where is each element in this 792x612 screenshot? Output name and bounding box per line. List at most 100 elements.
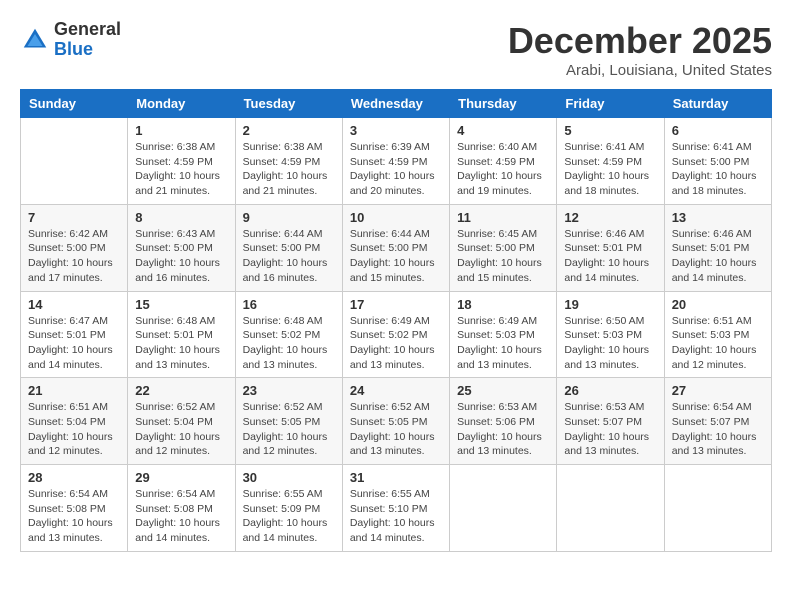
day-cell — [450, 465, 557, 552]
week-row-1: 1 Sunrise: 6:38 AM Sunset: 4:59 PM Daylig… — [21, 118, 772, 205]
logo-icon — [20, 25, 50, 55]
logo-text: General Blue — [54, 20, 121, 60]
day-number: 6 — [672, 123, 764, 138]
logo-general: General — [54, 20, 121, 40]
day-cell: 3Sunrise: 6:39 AM Sunset: 4:59 PM Daylig… — [342, 118, 449, 205]
day-number: 12 — [564, 210, 656, 225]
day-info: Sunrise: 6:44 AM Sunset: 5:00 PM Dayligh… — [243, 227, 335, 286]
day-cell: 30Sunrise: 6:55 AM Sunset: 5:09 PM Dayli… — [235, 465, 342, 552]
day-cell: 21 Sunrise: 6:51 AM Sunset: 5:04 PM Dayli… — [21, 378, 128, 465]
day-cell: 26Sunrise: 6:53 AM Sunset: 5:07 PM Dayli… — [557, 378, 664, 465]
calendar-header: SundayMondayTuesdayWednesdayThursdayFrid… — [21, 90, 772, 118]
day-cell — [557, 465, 664, 552]
header-cell-saturday: Saturday — [664, 90, 771, 118]
day-cell: 24Sunrise: 6:52 AM Sunset: 5:05 PM Dayli… — [342, 378, 449, 465]
day-info: Sunrise: 6:40 AM Sunset: 4:59 PM Dayligh… — [457, 140, 549, 199]
header-cell-friday: Friday — [557, 90, 664, 118]
day-number: 24 — [350, 383, 442, 398]
day-number: 8 — [135, 210, 227, 225]
day-cell: 2 Sunrise: 6:38 AM Sunset: 4:59 PM Daylig… — [235, 118, 342, 205]
day-number: 25 — [457, 383, 549, 398]
day-cell: 19 Sunrise: 6:50 AM Sunset: 5:03 PM Dayli… — [557, 291, 664, 378]
day-cell: 14 Sunrise: 6:47 AM Sunset: 5:01 PM Dayli… — [21, 291, 128, 378]
day-number: 30 — [243, 470, 335, 485]
day-cell: 27 Sunrise: 6:54 AM Sunset: 5:07 PM Dayli… — [664, 378, 771, 465]
day-number: 20 — [672, 297, 764, 312]
day-info: Sunrise: 6:49 AM Sunset: 5:03 PM Dayligh… — [457, 314, 549, 373]
day-cell: 28Sunrise: 6:54 AM Sunset: 5:08 PM Dayli… — [21, 465, 128, 552]
day-number: 14 — [28, 297, 120, 312]
day-cell: 17Sunrise: 6:49 AM Sunset: 5:02 PM Dayli… — [342, 291, 449, 378]
header-row: SundayMondayTuesdayWednesdayThursdayFrid… — [21, 90, 772, 118]
day-cell — [21, 118, 128, 205]
day-info: Sunrise: 6:47 AM Sunset: 5:01 PM Dayligh… — [28, 314, 120, 373]
day-info: Sunrise: 6:42 AM Sunset: 5:00 PM Dayligh… — [28, 227, 120, 286]
day-number: 7 — [28, 210, 120, 225]
day-number: 17 — [350, 297, 442, 312]
day-cell: 22Sunrise: 6:52 AM Sunset: 5:04 PM Dayli… — [128, 378, 235, 465]
day-info: Sunrise: 6:46 AM Sunset: 5:01 PM Dayligh… — [564, 227, 656, 286]
day-info: Sunrise: 6:50 AM Sunset: 5:03 PM Dayligh… — [564, 314, 656, 373]
month-title: December 2025 — [508, 20, 772, 62]
header-cell-monday: Monday — [128, 90, 235, 118]
day-cell: 23Sunrise: 6:52 AM Sunset: 5:05 PM Dayli… — [235, 378, 342, 465]
day-cell: 1 Sunrise: 6:38 AM Sunset: 4:59 PM Daylig… — [128, 118, 235, 205]
day-info: Sunrise: 6:48 AM Sunset: 5:02 PM Dayligh… — [243, 314, 335, 373]
day-info: Sunrise: 6:38 AM Sunset: 4:59 PM Dayligh… — [135, 140, 227, 199]
week-row-5: 28Sunrise: 6:54 AM Sunset: 5:08 PM Dayli… — [21, 465, 772, 552]
day-cell: 16 Sunrise: 6:48 AM Sunset: 5:02 PM Dayli… — [235, 291, 342, 378]
day-number: 10 — [350, 210, 442, 225]
day-number: 29 — [135, 470, 227, 485]
day-cell: 7 Sunrise: 6:42 AM Sunset: 5:00 PM Daylig… — [21, 204, 128, 291]
day-number: 1 — [135, 123, 227, 138]
day-info: Sunrise: 6:44 AM Sunset: 5:00 PM Dayligh… — [350, 227, 442, 286]
day-info: Sunrise: 6:38 AM Sunset: 4:59 PM Dayligh… — [243, 140, 335, 199]
day-cell: 25 Sunrise: 6:53 AM Sunset: 5:06 PM Dayli… — [450, 378, 557, 465]
day-info: Sunrise: 6:46 AM Sunset: 5:01 PM Dayligh… — [672, 227, 764, 286]
day-info: Sunrise: 6:41 AM Sunset: 4:59 PM Dayligh… — [564, 140, 656, 199]
day-cell: 18Sunrise: 6:49 AM Sunset: 5:03 PM Dayli… — [450, 291, 557, 378]
week-row-2: 7 Sunrise: 6:42 AM Sunset: 5:00 PM Daylig… — [21, 204, 772, 291]
day-number: 19 — [564, 297, 656, 312]
day-info: Sunrise: 6:52 AM Sunset: 5:04 PM Dayligh… — [135, 400, 227, 459]
day-cell: 5Sunrise: 6:41 AM Sunset: 4:59 PM Daylig… — [557, 118, 664, 205]
title-area: December 2025 Arabi, Louisiana, United S… — [508, 20, 772, 79]
day-cell: 10 Sunrise: 6:44 AM Sunset: 5:00 PM Dayli… — [342, 204, 449, 291]
day-number: 23 — [243, 383, 335, 398]
day-number: 21 — [28, 383, 120, 398]
day-number: 27 — [672, 383, 764, 398]
day-number: 26 — [564, 383, 656, 398]
day-number: 2 — [243, 123, 335, 138]
day-cell: 20 Sunrise: 6:51 AM Sunset: 5:03 PM Dayli… — [664, 291, 771, 378]
day-cell: 4Sunrise: 6:40 AM Sunset: 4:59 PM Daylig… — [450, 118, 557, 205]
calendar-body: 1 Sunrise: 6:38 AM Sunset: 4:59 PM Daylig… — [21, 118, 772, 552]
day-cell: 8 Sunrise: 6:43 AM Sunset: 5:00 PM Daylig… — [128, 204, 235, 291]
day-cell: 31 Sunrise: 6:55 AM Sunset: 5:10 PM Dayli… — [342, 465, 449, 552]
day-number: 9 — [243, 210, 335, 225]
day-cell: 9 Sunrise: 6:44 AM Sunset: 5:00 PM Daylig… — [235, 204, 342, 291]
day-info: Sunrise: 6:53 AM Sunset: 5:06 PM Dayligh… — [457, 400, 549, 459]
day-number: 31 — [350, 470, 442, 485]
header-cell-wednesday: Wednesday — [342, 90, 449, 118]
day-number: 16 — [243, 297, 335, 312]
header: General Blue December 2025 Arabi, Louisi… — [20, 20, 772, 79]
header-cell-tuesday: Tuesday — [235, 90, 342, 118]
day-info: Sunrise: 6:43 AM Sunset: 5:00 PM Dayligh… — [135, 227, 227, 286]
day-cell: 13 Sunrise: 6:46 AM Sunset: 5:01 PM Dayli… — [664, 204, 771, 291]
day-number: 15 — [135, 297, 227, 312]
day-info: Sunrise: 6:54 AM Sunset: 5:08 PM Dayligh… — [28, 487, 120, 546]
day-info: Sunrise: 6:51 AM Sunset: 5:04 PM Dayligh… — [28, 400, 120, 459]
day-info: Sunrise: 6:55 AM Sunset: 5:10 PM Dayligh… — [350, 487, 442, 546]
day-cell: 12 Sunrise: 6:46 AM Sunset: 5:01 PM Dayli… — [557, 204, 664, 291]
day-info: Sunrise: 6:48 AM Sunset: 5:01 PM Dayligh… — [135, 314, 227, 373]
day-cell — [664, 465, 771, 552]
day-number: 13 — [672, 210, 764, 225]
day-info: Sunrise: 6:54 AM Sunset: 5:07 PM Dayligh… — [672, 400, 764, 459]
day-cell: 29 Sunrise: 6:54 AM Sunset: 5:08 PM Dayli… — [128, 465, 235, 552]
logo-blue: Blue — [54, 40, 121, 60]
day-cell: 11Sunrise: 6:45 AM Sunset: 5:00 PM Dayli… — [450, 204, 557, 291]
day-info: Sunrise: 6:54 AM Sunset: 5:08 PM Dayligh… — [135, 487, 227, 546]
day-info: Sunrise: 6:39 AM Sunset: 4:59 PM Dayligh… — [350, 140, 442, 199]
day-info: Sunrise: 6:51 AM Sunset: 5:03 PM Dayligh… — [672, 314, 764, 373]
day-cell: 6Sunrise: 6:41 AM Sunset: 5:00 PM Daylig… — [664, 118, 771, 205]
